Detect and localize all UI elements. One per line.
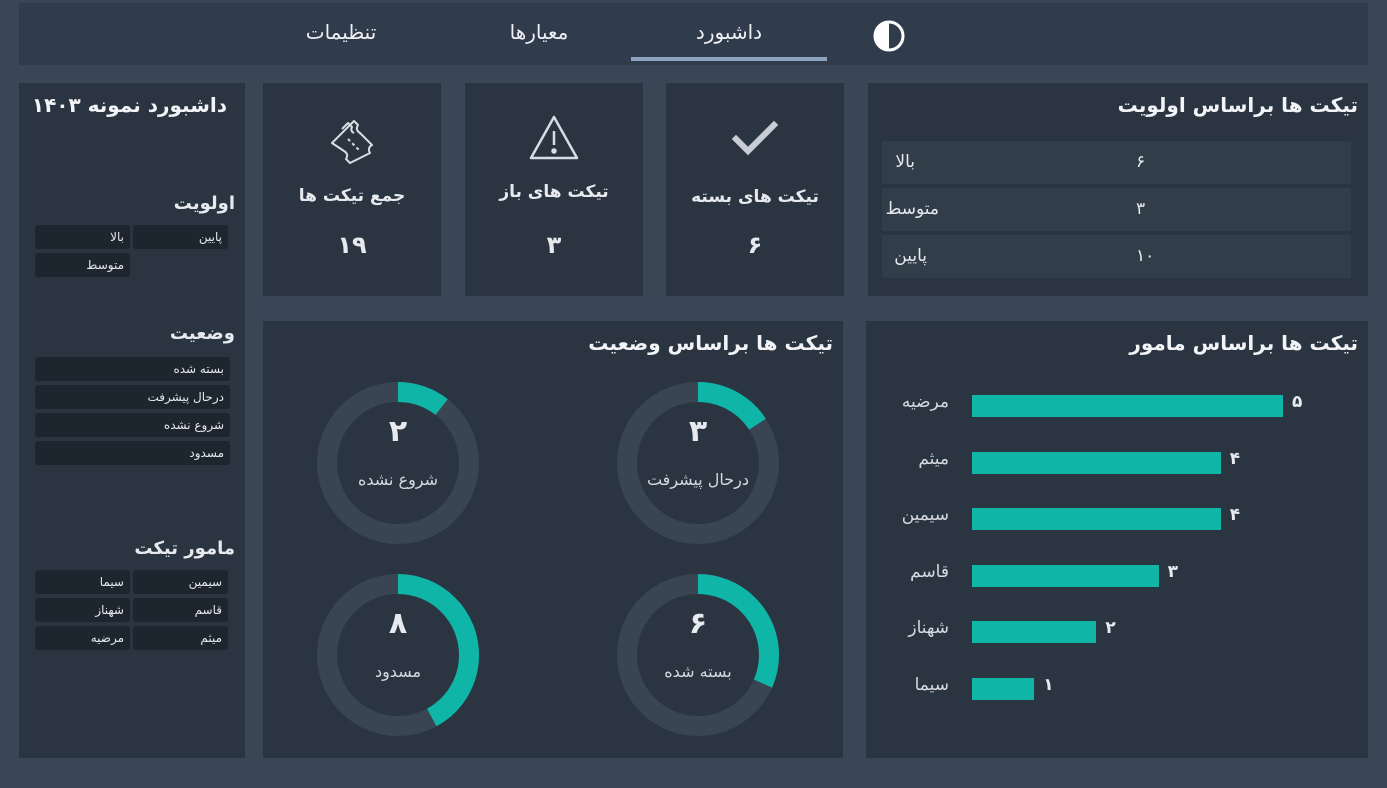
agent-filter-title: مامور تیکت bbox=[134, 538, 235, 559]
filter-chip[interactable]: بالا bbox=[35, 225, 130, 249]
priority-count: ۱۰ bbox=[1136, 246, 1155, 266]
agent-panel-title: تیکت ها براساس مامور bbox=[1129, 331, 1358, 355]
bar bbox=[972, 451, 1221, 474]
filter-chip[interactable]: قاسم bbox=[133, 598, 228, 622]
kpi-open-card: تیکت های باز ۳ bbox=[465, 83, 643, 296]
donut-closed: ۶ بسته شده bbox=[613, 570, 783, 740]
priority-name: بالا bbox=[895, 152, 915, 172]
bar-value: ۴ bbox=[1229, 448, 1241, 469]
status-panel: تیکت ها براساس وضعیت ۲ شروع نشده ۳ درحال… bbox=[263, 321, 843, 758]
bar bbox=[972, 621, 1097, 644]
bar-value: ۱ bbox=[1043, 675, 1054, 695]
bar-label: شهناز bbox=[908, 618, 949, 639]
status-filter-title: وضعیت bbox=[169, 323, 235, 344]
priority-name: متوسط bbox=[885, 199, 939, 219]
priority-count: ۶ bbox=[1136, 152, 1146, 172]
filter-chip[interactable]: شهناز bbox=[35, 598, 130, 622]
bar bbox=[972, 564, 1159, 587]
dashboard-title: داشبورد نمونه ۱۴۰۳ bbox=[31, 93, 227, 117]
bar-label: میثم bbox=[918, 448, 949, 469]
bar-label: سیمین bbox=[901, 505, 949, 526]
contrast-icon[interactable] bbox=[873, 20, 905, 52]
priority-panel-title: تیکت ها براساس اولویت bbox=[1117, 93, 1358, 117]
check-icon bbox=[730, 119, 780, 163]
filter-chip[interactable]: متوسط bbox=[35, 253, 130, 277]
donut-blocked: ۸ مسدود bbox=[313, 570, 483, 740]
filter-chip[interactable]: پایین bbox=[133, 225, 228, 249]
kpi-open-value: ۳ bbox=[546, 231, 562, 259]
kpi-closed-value: ۶ bbox=[747, 231, 763, 259]
priority-filter-title: اولویت bbox=[173, 193, 235, 214]
warning-icon bbox=[528, 113, 580, 167]
bar-value: ۳ bbox=[1167, 561, 1178, 582]
kpi-total-card: جمع تیکت ها ۱۹ bbox=[263, 83, 441, 296]
kpi-open-label: تیکت های باز bbox=[499, 182, 609, 202]
bar bbox=[972, 395, 1283, 417]
priority-panel: تیکت ها براساس اولویت بالا ۶ متوسط ۳ پای… bbox=[868, 83, 1368, 296]
tab-dashboard[interactable]: داشبورد bbox=[631, 3, 827, 61]
status-panel-title: تیکت ها براساس وضعیت bbox=[588, 331, 833, 355]
filter-chip[interactable]: سیما bbox=[35, 570, 130, 594]
donut-label: درحال پیشرفت bbox=[646, 470, 750, 489]
filter-chip[interactable]: مسدود bbox=[35, 441, 230, 465]
tab-metrics[interactable]: معیارها bbox=[479, 3, 599, 60]
donut-value: ۸ bbox=[388, 606, 408, 641]
agent-panel: تیکت ها براساس مامور مرضیه ۵ میثم ۴ سیمین ۴ قا… bbox=[866, 321, 1368, 758]
bar bbox=[972, 678, 1035, 700]
kpi-total-value: ۱۹ bbox=[337, 231, 367, 259]
donut-value: ۶ bbox=[688, 606, 708, 641]
donut-label: شروع نشده bbox=[357, 470, 439, 489]
filter-chip[interactable]: شروع نشده bbox=[35, 413, 230, 437]
filter-panel: داشبورد نمونه ۱۴۰۳ اولویت پایین بالا متو… bbox=[19, 83, 245, 758]
bar bbox=[972, 508, 1221, 531]
priority-name: پایین bbox=[894, 246, 927, 266]
bar-value: ۲ bbox=[1105, 618, 1116, 639]
filter-chip[interactable]: مرضیه bbox=[35, 626, 130, 650]
bar-label: مرضیه bbox=[901, 392, 949, 412]
donut-value: ۲ bbox=[388, 414, 408, 449]
ticket-icon bbox=[324, 113, 380, 173]
bar-value: ۴ bbox=[1229, 505, 1241, 526]
bar-value: ۵ bbox=[1292, 392, 1303, 412]
table-row: متوسط ۳ bbox=[882, 188, 1351, 231]
kpi-total-label: جمع تیکت ها bbox=[298, 186, 406, 206]
table-row: پایین ۱۰ bbox=[882, 235, 1351, 278]
filter-chip[interactable]: میثم bbox=[133, 626, 228, 650]
donut-value: ۳ bbox=[688, 414, 708, 449]
bar-label: سیما bbox=[914, 675, 949, 695]
priority-count: ۳ bbox=[1136, 199, 1146, 219]
kpi-closed-card: تیکت های بسته ۶ bbox=[666, 83, 844, 296]
bar-label: قاسم bbox=[910, 561, 949, 582]
table-row: بالا ۶ bbox=[882, 141, 1351, 184]
filter-chip[interactable]: بسته شده bbox=[35, 357, 230, 381]
filter-chip[interactable]: درحال پیشرفت bbox=[35, 385, 230, 409]
donut-label: بسته شده bbox=[664, 662, 732, 681]
donut-not-started: ۲ شروع نشده bbox=[313, 378, 483, 548]
top-nav-bar: تنظیمات معیارها داشبورد bbox=[19, 3, 1368, 65]
donut-in-progress: ۳ درحال پیشرفت bbox=[613, 378, 783, 548]
filter-chip[interactable]: سیمین bbox=[133, 570, 228, 594]
tab-settings[interactable]: تنظیمات bbox=[281, 3, 401, 60]
donut-label: مسدود bbox=[374, 662, 422, 681]
kpi-closed-label: تیکت های بسته bbox=[691, 187, 819, 207]
